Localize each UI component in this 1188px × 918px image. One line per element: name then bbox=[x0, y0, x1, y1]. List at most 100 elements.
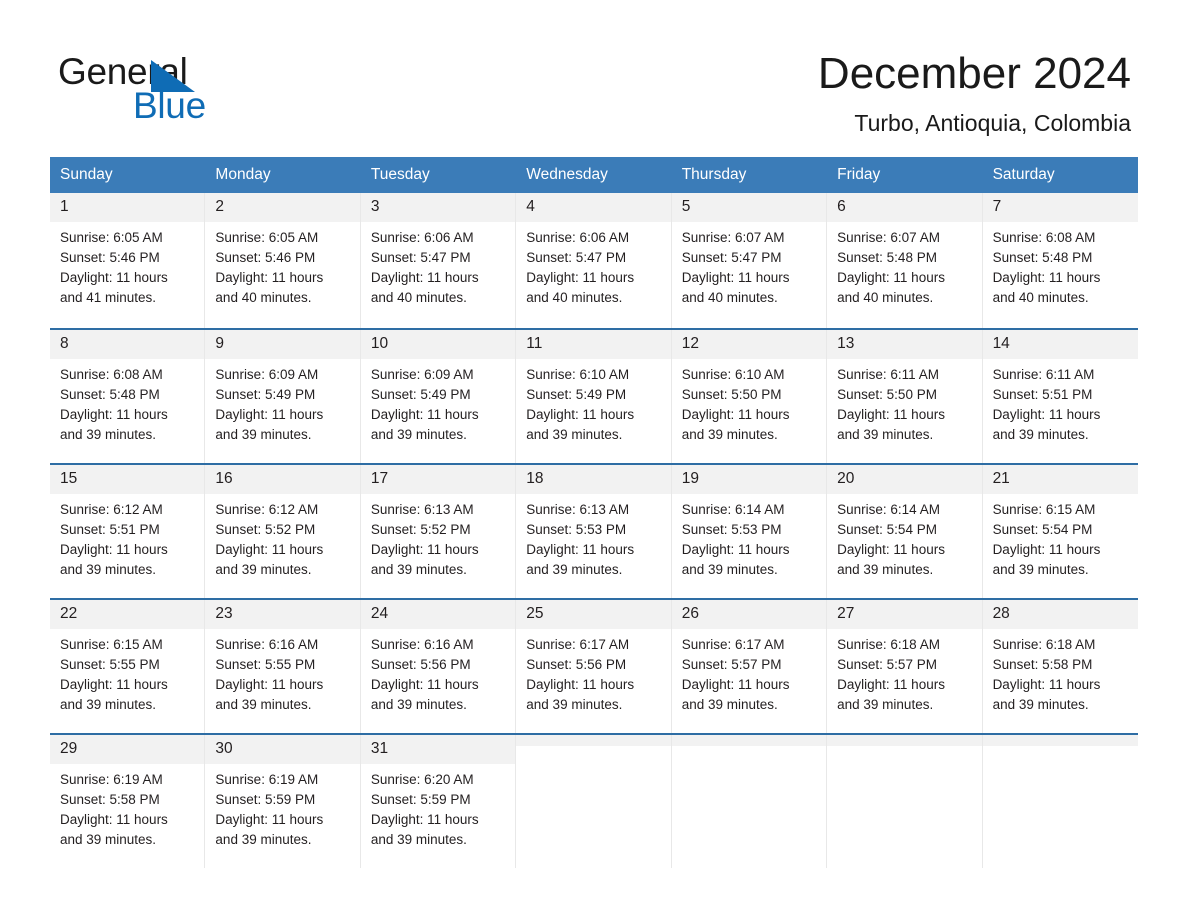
weekday-header-tuesday: Tuesday bbox=[370, 166, 430, 183]
day-cell[interactable]: 2 Sunrise: 6:05 AM Sunset: 5:46 PM Dayli… bbox=[205, 193, 361, 328]
day-cell[interactable]: 1 Sunrise: 6:05 AM Sunset: 5:46 PM Dayli… bbox=[50, 193, 206, 328]
daylight-text-line1: Daylight: 11 hours bbox=[370, 407, 479, 422]
daylight-text-line2: and 39 minutes. bbox=[837, 562, 934, 577]
day-details: Sunrise: 6:07 AM Sunset: 5:47 PM Dayligh… bbox=[672, 222, 826, 308]
sunrise-text: Sunrise: 6:10 AM bbox=[681, 367, 785, 382]
sunrise-text: Sunrise: 6:16 AM bbox=[370, 637, 474, 652]
day-cell[interactable]: 7 Sunrise: 6:08 AM Sunset: 5:48 PM Dayli… bbox=[982, 193, 1138, 328]
sunrise-text: Sunrise: 6:16 AM bbox=[215, 637, 319, 652]
day-details: Sunrise: 6:07 AM Sunset: 5:48 PM Dayligh… bbox=[827, 222, 981, 308]
day-cell[interactable]: 14 Sunrise: 6:11 AM Sunset: 5:51 PM Dayl… bbox=[982, 330, 1138, 463]
day-cell[interactable]: 16 Sunrise: 6:12 AM Sunset: 5:52 PM Dayl… bbox=[205, 465, 361, 598]
sunrise-text: Sunrise: 6:13 AM bbox=[370, 502, 474, 517]
sunrise-text: Sunrise: 6:06 AM bbox=[370, 230, 474, 245]
sunrise-text: Sunrise: 6:19 AM bbox=[215, 772, 319, 787]
sunset-text: Sunset: 5:55 PM bbox=[60, 657, 160, 672]
day-number: 13 bbox=[827, 330, 982, 359]
day-number: 2 bbox=[205, 193, 360, 222]
sunrise-text: Sunrise: 6:06 AM bbox=[526, 230, 630, 245]
daylight-text-line2: and 39 minutes. bbox=[837, 427, 934, 442]
daylight-text-line2: and 39 minutes. bbox=[681, 427, 778, 442]
day-number: 18 bbox=[516, 465, 671, 494]
sunrise-text: Sunrise: 6:11 AM bbox=[837, 367, 939, 382]
day-cell[interactable]: 8 Sunrise: 6:08 AM Sunset: 5:48 PM Dayli… bbox=[50, 330, 206, 463]
daylight-text-line2: and 39 minutes. bbox=[60, 832, 157, 847]
day-number: 27 bbox=[827, 600, 982, 629]
daylight-text-line2: and 39 minutes. bbox=[215, 427, 312, 442]
day-number: 8 bbox=[50, 330, 205, 359]
day-cell[interactable]: 6 Sunrise: 6:07 AM Sunset: 5:48 PM Dayli… bbox=[827, 193, 983, 328]
day-cell[interactable]: 20 Sunrise: 6:14 AM Sunset: 5:54 PM Dayl… bbox=[827, 465, 983, 598]
day-cell[interactable]: 3 Sunrise: 6:06 AM Sunset: 5:47 PM Dayli… bbox=[360, 193, 517, 328]
day-cell[interactable]: 31 Sunrise: 6:20 AM Sunset: 5:59 PM Dayl… bbox=[360, 735, 517, 868]
day-cell-empty bbox=[516, 735, 672, 868]
sunrise-text: Sunrise: 6:20 AM bbox=[370, 772, 474, 787]
day-details: Sunrise: 6:19 AM Sunset: 5:58 PM Dayligh… bbox=[50, 764, 204, 850]
day-cell[interactable]: 5 Sunrise: 6:07 AM Sunset: 5:47 PM Dayli… bbox=[671, 193, 828, 328]
week-row: 29 Sunrise: 6:19 AM Sunset: 5:58 PM Dayl… bbox=[50, 733, 1138, 868]
sunrise-text: Sunrise: 6:19 AM bbox=[60, 772, 163, 787]
daylight-text-line1: Daylight: 11 hours bbox=[60, 270, 168, 285]
daylight-text-line1: Daylight: 11 hours bbox=[215, 542, 324, 557]
calendar-grid: Sunday Monday Tuesday Wednesday Thursday… bbox=[50, 157, 1138, 868]
day-number: 28 bbox=[982, 600, 1138, 629]
calendar-page: General Blue December 2024 Turbo, Antioq… bbox=[0, 0, 1188, 918]
day-number bbox=[516, 735, 671, 746]
general-blue-logo[interactable]: General Blue bbox=[58, 52, 318, 130]
daylight-text-line2: and 39 minutes. bbox=[992, 562, 1089, 577]
day-cell[interactable]: 22 Sunrise: 6:15 AM Sunset: 5:55 PM Dayl… bbox=[50, 600, 206, 733]
day-cell[interactable]: 17 Sunrise: 6:13 AM Sunset: 5:52 PM Dayl… bbox=[360, 465, 517, 598]
sunset-text: Sunset: 5:48 PM bbox=[60, 387, 160, 402]
sunrise-text: Sunrise: 6:15 AM bbox=[992, 502, 1096, 517]
sunset-text: Sunset: 5:59 PM bbox=[215, 792, 316, 807]
daylight-text-line1: Daylight: 11 hours bbox=[526, 270, 635, 285]
daylight-text-line1: Daylight: 11 hours bbox=[60, 542, 168, 557]
day-cell[interactable]: 18 Sunrise: 6:13 AM Sunset: 5:53 PM Dayl… bbox=[516, 465, 672, 598]
sunrise-text: Sunrise: 6:15 AM bbox=[60, 637, 163, 652]
daylight-text-line2: and 40 minutes. bbox=[526, 290, 623, 305]
day-cell[interactable]: 23 Sunrise: 6:16 AM Sunset: 5:55 PM Dayl… bbox=[205, 600, 361, 733]
day-cell[interactable]: 9 Sunrise: 6:09 AM Sunset: 5:49 PM Dayli… bbox=[205, 330, 361, 463]
weekday-header-row: Sunday Monday Tuesday Wednesday Thursday… bbox=[50, 157, 1138, 193]
day-details: Sunrise: 6:19 AM Sunset: 5:59 PM Dayligh… bbox=[205, 764, 359, 850]
day-cell[interactable]: 13 Sunrise: 6:11 AM Sunset: 5:50 PM Dayl… bbox=[827, 330, 983, 463]
day-cell[interactable]: 27 Sunrise: 6:18 AM Sunset: 5:57 PM Dayl… bbox=[827, 600, 983, 733]
sunset-text: Sunset: 5:59 PM bbox=[370, 792, 471, 807]
day-details: Sunrise: 6:15 AM Sunset: 5:54 PM Dayligh… bbox=[983, 494, 1138, 580]
day-cell[interactable]: 4 Sunrise: 6:06 AM Sunset: 5:47 PM Dayli… bbox=[516, 193, 672, 328]
sunrise-text: Sunrise: 6:12 AM bbox=[60, 502, 163, 517]
day-details: Sunrise: 6:13 AM Sunset: 5:53 PM Dayligh… bbox=[516, 494, 670, 580]
daylight-text-line2: and 39 minutes. bbox=[370, 427, 467, 442]
day-cell[interactable]: 26 Sunrise: 6:17 AM Sunset: 5:57 PM Dayl… bbox=[671, 600, 828, 733]
day-number: 7 bbox=[982, 193, 1138, 222]
day-cell[interactable]: 11 Sunrise: 6:10 AM Sunset: 5:49 PM Dayl… bbox=[516, 330, 672, 463]
sunrise-text: Sunrise: 6:08 AM bbox=[60, 367, 163, 382]
daylight-text-line1: Daylight: 11 hours bbox=[837, 270, 945, 285]
day-details: Sunrise: 6:17 AM Sunset: 5:56 PM Dayligh… bbox=[516, 629, 670, 715]
sunset-text: Sunset: 5:56 PM bbox=[370, 657, 471, 672]
sunrise-text: Sunrise: 6:05 AM bbox=[215, 230, 319, 245]
day-details: Sunrise: 6:15 AM Sunset: 5:55 PM Dayligh… bbox=[50, 629, 204, 715]
day-number: 15 bbox=[50, 465, 205, 494]
day-cell[interactable]: 12 Sunrise: 6:10 AM Sunset: 5:50 PM Dayl… bbox=[671, 330, 828, 463]
day-cell[interactable]: 30 Sunrise: 6:19 AM Sunset: 5:59 PM Dayl… bbox=[205, 735, 361, 868]
day-number: 5 bbox=[671, 193, 827, 222]
day-cell[interactable]: 28 Sunrise: 6:18 AM Sunset: 5:58 PM Dayl… bbox=[982, 600, 1138, 733]
daylight-text-line1: Daylight: 11 hours bbox=[60, 407, 168, 422]
sunrise-text: Sunrise: 6:09 AM bbox=[370, 367, 474, 382]
day-cell[interactable]: 10 Sunrise: 6:09 AM Sunset: 5:49 PM Dayl… bbox=[360, 330, 517, 463]
day-details: Sunrise: 6:08 AM Sunset: 5:48 PM Dayligh… bbox=[50, 359, 204, 445]
week-row: 15 Sunrise: 6:12 AM Sunset: 5:51 PM Dayl… bbox=[50, 463, 1138, 598]
day-number: 1 bbox=[50, 193, 205, 222]
sunrise-text: Sunrise: 6:05 AM bbox=[60, 230, 163, 245]
day-cell[interactable]: 21 Sunrise: 6:15 AM Sunset: 5:54 PM Dayl… bbox=[982, 465, 1138, 598]
daylight-text-line2: and 40 minutes. bbox=[215, 290, 312, 305]
title-block: December 2024 Turbo, Antioquia, Colombia bbox=[818, 48, 1131, 137]
day-cell[interactable]: 25 Sunrise: 6:17 AM Sunset: 5:56 PM Dayl… bbox=[516, 600, 672, 733]
day-cell[interactable]: 24 Sunrise: 6:16 AM Sunset: 5:56 PM Dayl… bbox=[360, 600, 517, 733]
day-number: 21 bbox=[982, 465, 1138, 494]
day-cell[interactable]: 15 Sunrise: 6:12 AM Sunset: 5:51 PM Dayl… bbox=[50, 465, 206, 598]
day-cell[interactable]: 29 Sunrise: 6:19 AM Sunset: 5:58 PM Dayl… bbox=[50, 735, 206, 868]
day-cell[interactable]: 19 Sunrise: 6:14 AM Sunset: 5:53 PM Dayl… bbox=[671, 465, 828, 598]
day-cell-empty bbox=[982, 735, 1138, 868]
